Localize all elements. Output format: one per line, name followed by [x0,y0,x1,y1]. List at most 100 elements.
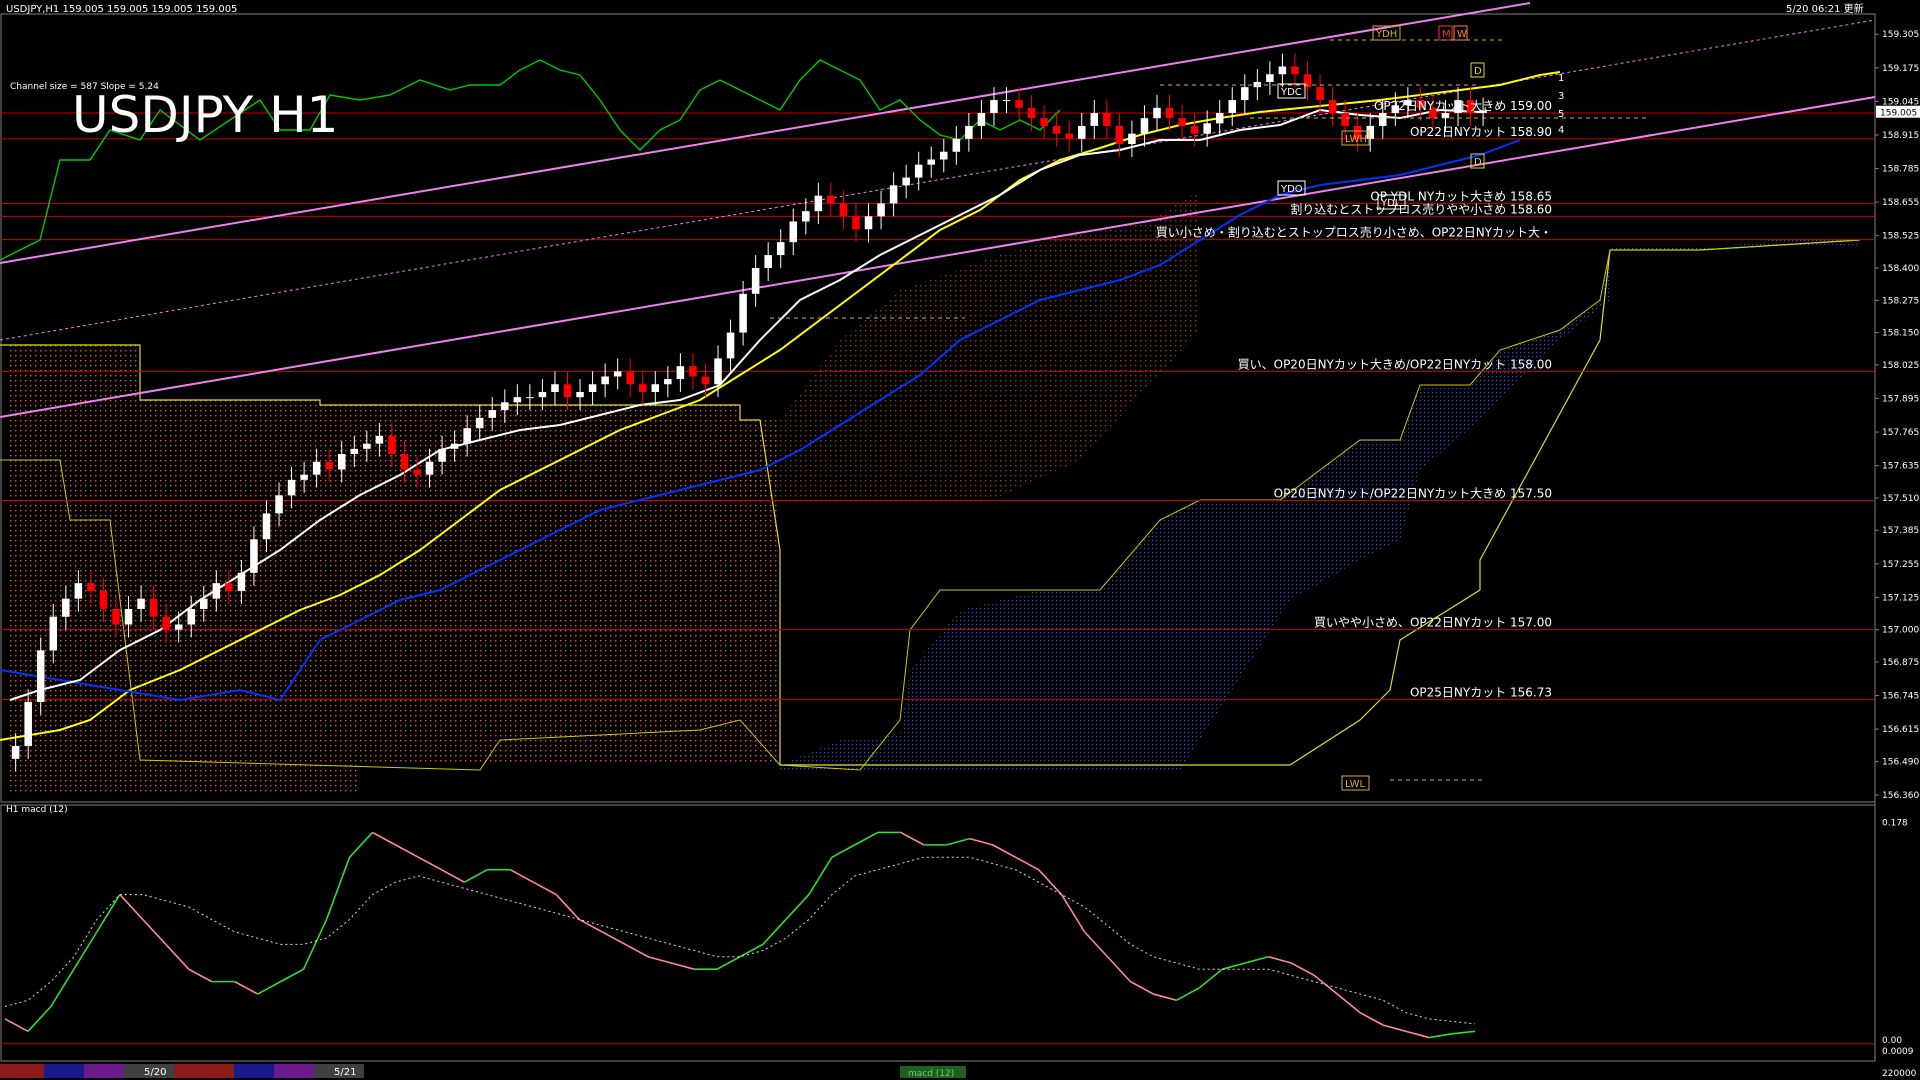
candle-body [212,583,221,599]
candle-body [137,598,145,609]
candle-body [400,454,409,470]
candle-body [1341,113,1349,126]
candle-body [1190,125,1199,134]
candle-body [162,616,170,630]
candle-body [62,598,70,617]
candle-body [250,539,258,573]
tag-ydo: YDO [1280,184,1303,195]
indicator-tab-label: macd (12) [908,1069,954,1079]
line-number: 1 [1558,73,1564,84]
candle-body [49,616,58,651]
candle-body [1278,66,1287,75]
tag-lwl: LWL [1345,779,1366,790]
candle-body [1228,100,1237,113]
candle-body [776,242,785,256]
candle-body [149,598,158,617]
price-tick-label: 157.125 [1882,593,1919,603]
order-label: 買い小さめ・割り込むとストップロス売り小さめ、OP22日NYカット大・ [1156,225,1552,240]
candle-body [74,583,83,599]
candle-body [1077,125,1086,139]
candle-body [438,448,446,462]
candle-body [852,216,860,230]
candle-body [902,177,910,186]
candle-body [11,745,20,759]
price-tick-label: 158.655 [1882,198,1919,208]
price-tick-label: 156.745 [1882,692,1919,702]
macd-title: H1 macd (12) [6,805,68,815]
tag-d-lower: D [1474,157,1482,168]
candle-body [413,469,421,475]
candle-body [1015,100,1023,108]
candle-body [764,255,772,268]
price-tick-label: 156.615 [1882,725,1919,735]
price-tick-label: 158.785 [1882,165,1919,175]
candle-body [1266,74,1274,82]
candle-body [99,590,108,609]
candle-body [1203,123,1211,134]
candle-body [312,461,321,475]
candle-body [262,513,271,540]
candle-body [965,125,973,139]
order-label: OP22日NYカット 158.90 [1410,125,1552,139]
tag-ydh: YDH [1375,29,1397,40]
candle-body [1065,133,1073,139]
candle-body [789,221,798,243]
price-tick-label: 158.915 [1882,131,1919,141]
candle-body [300,474,308,480]
candle-body [124,609,133,625]
price-tick-label: 158.150 [1882,329,1919,339]
price-tick-label: 158.400 [1882,264,1919,274]
candle-body [1241,87,1249,101]
candle-body [726,332,735,359]
candle-body [1115,125,1124,144]
candle-body [1291,66,1299,75]
macd-axis-zero: 0.00 [1882,1036,1902,1046]
candle-body [463,428,471,444]
candle-body [576,392,584,398]
candle-body [1103,113,1111,126]
price-tick-label: 158.525 [1882,232,1919,242]
candle-body [24,702,32,746]
chart-title: USDJPY H1 [72,86,338,144]
candle-body [613,371,622,377]
candle-body [1002,100,1011,102]
candle-body [802,211,810,222]
candle-body [689,366,697,377]
order-label: OP20日NYカット/OP22日NYカット大きめ 157.50 [1274,487,1552,501]
candle-body [701,376,710,385]
candle-body [1165,107,1174,119]
candle-body [814,195,823,212]
candle-body [1379,113,1387,126]
price-tick-label: 159.175 [1882,64,1919,74]
candle-body [1366,125,1374,139]
candle-body [889,185,898,204]
candle-body [1316,87,1324,101]
date-label-1: 5/20 [144,1067,166,1078]
candle-body [1215,113,1224,124]
candle-body [350,448,359,454]
line-number: 3 [1558,91,1564,102]
candle-body [563,384,572,398]
candle-body [639,384,647,392]
price-tick-label: 157.765 [1882,428,1919,438]
candle-body [1027,107,1036,119]
order-label: 買いやや小さめ、OP22日NYカット 157.00 [1314,616,1552,630]
candle-body [1090,113,1099,126]
price-tick-label: 157.635 [1882,462,1919,472]
tag-w: W [1457,29,1467,40]
candle-body [1328,100,1337,113]
order-label: OP YDL NYカット大きめ 158.65 [1370,189,1552,203]
candle-body [551,384,559,392]
candle-body [475,417,484,429]
candle-body [977,113,986,126]
candle-body [1441,113,1450,119]
price-tick-label: 156.875 [1882,658,1919,668]
candle-body [112,609,120,625]
macd-axis-bottom: 0.0009 [1882,1047,1914,1057]
tag-m: M [1442,29,1451,40]
candle-body [375,435,384,444]
tag-d-upper: D [1474,66,1482,77]
price-tick-label: 158.025 [1882,361,1919,371]
candle-body [601,376,609,385]
candle-body [714,358,722,385]
